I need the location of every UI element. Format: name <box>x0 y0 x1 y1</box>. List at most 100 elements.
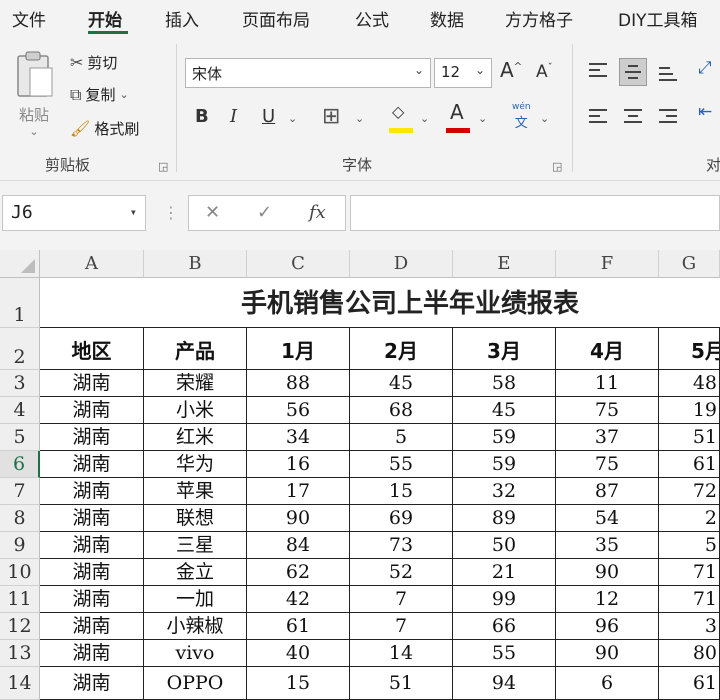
data-cell[interactable]: 89 <box>453 505 556 532</box>
tab-page-layout[interactable]: 页面布局 <box>242 6 310 31</box>
text-cell[interactable]: 荣耀 <box>144 370 247 397</box>
cancel-icon[interactable]: ✕ <box>205 202 220 223</box>
text-cell[interactable]: 联想 <box>144 505 247 532</box>
align-top-button[interactable] <box>584 56 612 84</box>
align-middle-button[interactable] <box>619 58 647 86</box>
text-cell[interactable]: 湖南 <box>40 586 144 613</box>
table-header-cell[interactable]: 产品 <box>144 328 247 370</box>
data-cell[interactable]: 72 <box>659 478 720 505</box>
text-cell[interactable]: vivo <box>144 640 247 667</box>
tab-insert[interactable]: 插入 <box>165 6 199 31</box>
text-cell[interactable]: 湖南 <box>40 613 144 640</box>
data-cell[interactable]: 21 <box>453 559 556 586</box>
data-cell[interactable]: 75 <box>556 451 659 478</box>
data-cell[interactable]: 34 <box>247 424 350 451</box>
data-cell[interactable]: 32 <box>453 478 556 505</box>
row-header[interactable]: 7 <box>0 478 40 505</box>
data-cell[interactable]: 59 <box>453 424 556 451</box>
enter-icon[interactable]: ✓ <box>257 202 272 223</box>
data-cell[interactable]: 55 <box>453 640 556 667</box>
row-header[interactable]: 10 <box>0 559 40 586</box>
dialog-launcher-icon[interactable]: ◲ <box>552 160 562 173</box>
paste-button[interactable]: 粘贴 ⌄ <box>12 48 62 138</box>
data-cell[interactable]: 17 <box>247 478 350 505</box>
column-header-b[interactable]: B <box>144 250 247 278</box>
phonetic-guide-button[interactable]: wén 文 <box>512 102 531 131</box>
text-cell[interactable]: 红米 <box>144 424 247 451</box>
insert-function-icon[interactable]: fx <box>309 202 326 223</box>
data-cell[interactable]: 40 <box>247 640 350 667</box>
text-cell[interactable]: 一加 <box>144 586 247 613</box>
text-cell[interactable]: 小米 <box>144 397 247 424</box>
table-header-cell[interactable]: 5月 <box>659 328 720 370</box>
data-cell[interactable]: 71 <box>659 559 720 586</box>
data-cell[interactable]: 71 <box>659 586 720 613</box>
table-header-cell[interactable]: 2月 <box>350 328 453 370</box>
text-cell[interactable]: 湖南 <box>40 478 144 505</box>
column-header-c[interactable]: C <box>247 250 350 278</box>
font-size-combo[interactable]: 12 ⌄ <box>434 58 492 88</box>
text-cell[interactable]: 湖南 <box>40 532 144 559</box>
data-cell[interactable]: 5 <box>659 532 720 559</box>
text-cell[interactable]: 苹果 <box>144 478 247 505</box>
row-header[interactable]: 13 <box>0 640 40 667</box>
data-cell[interactable]: 90 <box>247 505 350 532</box>
data-cell[interactable]: 99 <box>453 586 556 613</box>
report-title[interactable]: 手机销售公司上半年业绩报表 <box>40 278 720 328</box>
chevron-down-icon[interactable]: ⌄ <box>420 112 429 125</box>
data-cell[interactable]: 61 <box>659 667 720 700</box>
text-cell[interactable]: 湖南 <box>40 640 144 667</box>
align-bottom-button[interactable] <box>654 60 682 88</box>
more-options-icon[interactable]: ⋮ <box>163 203 179 222</box>
data-cell[interactable]: 15 <box>247 667 350 700</box>
data-cell[interactable]: 45 <box>350 370 453 397</box>
text-cell[interactable]: 小辣椒 <box>144 613 247 640</box>
data-cell[interactable]: 55 <box>350 451 453 478</box>
text-cell[interactable]: 华为 <box>144 451 247 478</box>
shrink-font-button[interactable]: Aˇ <box>536 62 553 82</box>
data-cell[interactable]: 2 <box>659 505 720 532</box>
text-cell[interactable]: 湖南 <box>40 451 144 478</box>
text-cell[interactable]: 金立 <box>144 559 247 586</box>
table-header-cell[interactable]: 地区 <box>40 328 144 370</box>
text-cell[interactable]: 湖南 <box>40 559 144 586</box>
data-cell[interactable]: 15 <box>350 478 453 505</box>
tab-file[interactable]: 文件 <box>12 6 46 31</box>
data-cell[interactable]: 35 <box>556 532 659 559</box>
chevron-down-icon[interactable]: ⌄ <box>540 112 549 125</box>
select-all-corner[interactable] <box>0 250 40 278</box>
data-cell[interactable]: 84 <box>247 532 350 559</box>
data-cell[interactable]: 73 <box>350 532 453 559</box>
data-cell[interactable]: 68 <box>350 397 453 424</box>
text-cell[interactable]: 湖南 <box>40 667 144 700</box>
tab-home[interactable]: 开始 <box>88 6 122 31</box>
tab-fangfang[interactable]: 方方格子 <box>505 6 573 31</box>
align-center-button[interactable] <box>619 102 647 130</box>
copy-button[interactable]: ⧉ 复制 ⌄ <box>70 84 129 105</box>
text-cell[interactable]: 湖南 <box>40 424 144 451</box>
data-cell[interactable]: 12 <box>556 586 659 613</box>
data-cell[interactable]: 54 <box>556 505 659 532</box>
data-cell[interactable]: 5 <box>350 424 453 451</box>
data-cell[interactable]: 16 <box>247 451 350 478</box>
formula-input[interactable] <box>350 195 720 231</box>
row-header[interactable]: 8 <box>0 505 40 532</box>
data-cell[interactable]: 94 <box>453 667 556 700</box>
data-cell[interactable]: 45 <box>453 397 556 424</box>
tab-diy-toolbox[interactable]: DIY工具箱 <box>618 6 698 31</box>
data-cell[interactable]: 6 <box>556 667 659 700</box>
row-header[interactable]: 3 <box>0 370 40 397</box>
chevron-down-icon[interactable]: ⌄ <box>288 112 297 125</box>
row-header[interactable]: 14 <box>0 667 40 700</box>
italic-button[interactable]: I <box>230 106 237 127</box>
decrease-indent-icon[interactable]: ⇤ <box>698 102 712 122</box>
data-cell[interactable]: 42 <box>247 586 350 613</box>
table-header-cell[interactable]: 1月 <box>247 328 350 370</box>
data-cell[interactable]: 61 <box>659 451 720 478</box>
data-cell[interactable]: 88 <box>247 370 350 397</box>
data-cell[interactable]: 87 <box>556 478 659 505</box>
data-cell[interactable]: 59 <box>453 451 556 478</box>
text-cell[interactable]: 湖南 <box>40 370 144 397</box>
data-cell[interactable]: 51 <box>350 667 453 700</box>
align-right-button[interactable] <box>654 102 682 130</box>
